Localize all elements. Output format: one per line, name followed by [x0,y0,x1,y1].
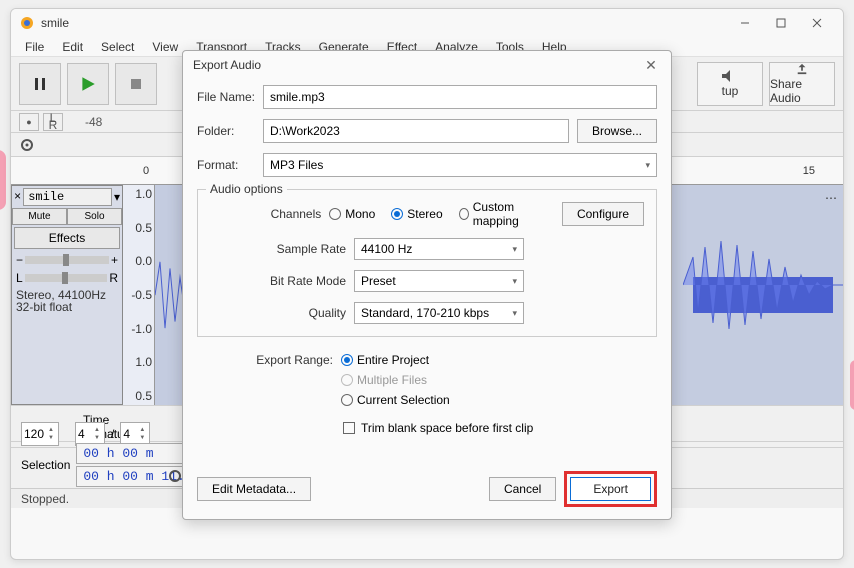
export-audio-dialog: Export Audio ✕ File Name: Folder: Browse… [182,50,672,520]
meter-db: -48 [85,115,102,129]
quality-select[interactable]: Standard, 170-210 kbps▾ [354,302,524,324]
audio-options-group: Audio options Channels Mono Stereo Custo… [197,189,657,337]
track-header: × smile ▾ Mute Solo Effects −+ LR Stereo… [11,185,123,405]
folder-input[interactable] [263,119,569,143]
record-meter-icon[interactable]: ● [19,113,39,131]
timesig-num-input[interactable]: 4▲▼ [75,422,105,446]
stop-button[interactable] [115,63,157,105]
multiple-files-radio[interactable]: Multiple Files [341,373,427,387]
chevron-down-icon: ▾ [645,160,650,171]
speaker-icon [722,70,738,82]
track-more-icon[interactable]: ⋯ [825,191,837,205]
samplerate-select[interactable]: 44100 Hz▾ [354,238,524,260]
cancel-button[interactable]: Cancel [489,477,556,501]
timeline-tick-0: 0 [143,165,149,177]
timeline-tick-15: 15 [803,165,815,177]
window-title: smile [41,16,727,30]
filename-label: File Name: [197,90,255,104]
quality-label: Quality [210,306,346,320]
browse-button[interactable]: Browse... [577,119,657,143]
close-track-icon[interactable]: × [14,190,21,204]
close-button[interactable] [799,9,835,37]
entire-project-radio[interactable]: Entire Project [341,353,429,367]
maximize-button[interactable] [763,9,799,37]
dialog-title: Export Audio [193,58,261,72]
share-audio-label: Share Audio [770,77,834,105]
mute-button[interactable]: Mute [12,208,67,225]
waveform-yaxis: 1.0 0.5 0.0 -0.5 -1.0 1.0 0.5 [123,185,155,405]
upload-icon [795,63,809,75]
app-logo-icon [19,15,35,31]
tempo-input[interactable]: 120▲▼ [21,422,59,446]
export-range-label: Export Range: [197,353,333,367]
solo-button[interactable]: Solo [67,208,122,225]
bitrate-select[interactable]: Preset▾ [354,270,524,292]
audio-options-legend: Audio options [206,182,287,196]
chevron-down-icon: ▾ [512,276,517,287]
chevron-down-icon: ▾ [512,244,517,255]
samplerate-label: Sample Rate [210,242,346,256]
bitrate-label: Bit Rate Mode [210,274,346,288]
pan-slider[interactable] [25,274,108,282]
share-audio-button[interactable]: Share Audio [769,62,835,106]
export-button-highlight: Export [564,471,657,507]
gain-slider[interactable] [25,256,109,264]
chevron-down-icon: ▾ [512,308,517,319]
channels-label: Channels [210,207,321,221]
menu-file[interactable]: File [17,38,52,56]
menu-view[interactable]: View [144,38,186,56]
titlebar: smile [11,9,843,37]
audio-setup-label: tup [722,84,739,98]
play-button[interactable] [67,63,109,105]
trim-blank-checkbox[interactable]: Trim blank space before first clip [343,421,533,435]
stereo-radio[interactable]: Stereo [391,207,442,221]
mono-radio[interactable]: Mono [329,207,375,221]
effects-button[interactable]: Effects [14,227,120,249]
audio-setup-button[interactable]: tup [697,62,763,106]
format-select[interactable]: MP3 Files▾ [263,153,657,177]
selection-gear-icon[interactable] [167,468,183,484]
selection-label: Selection [21,458,70,472]
status-state: Stopped. [21,492,181,506]
gear-icon[interactable] [19,137,35,153]
configure-button[interactable]: Configure [562,202,644,226]
dialog-close-button[interactable]: ✕ [641,55,661,75]
timesig-den-input[interactable]: 4▲▼ [120,422,150,446]
format-label: Format: [197,158,255,172]
minimize-button[interactable] [727,9,763,37]
track-format-line2: 32-bit float [16,301,118,313]
meter-lr-icon: LR [43,113,63,131]
menu-edit[interactable]: Edit [54,38,91,56]
filename-input[interactable] [263,85,657,109]
menu-select[interactable]: Select [93,38,142,56]
folder-label: Folder: [197,124,255,138]
track-name[interactable]: smile [23,188,112,206]
export-button[interactable]: Export [570,477,651,501]
edit-metadata-button[interactable]: Edit Metadata... [197,477,311,501]
custom-mapping-radio[interactable]: Custom mapping [459,200,546,228]
track-menu-caret-icon[interactable]: ▾ [114,190,120,204]
current-selection-radio[interactable]: Current Selection [341,393,450,407]
pause-button[interactable] [19,63,61,105]
